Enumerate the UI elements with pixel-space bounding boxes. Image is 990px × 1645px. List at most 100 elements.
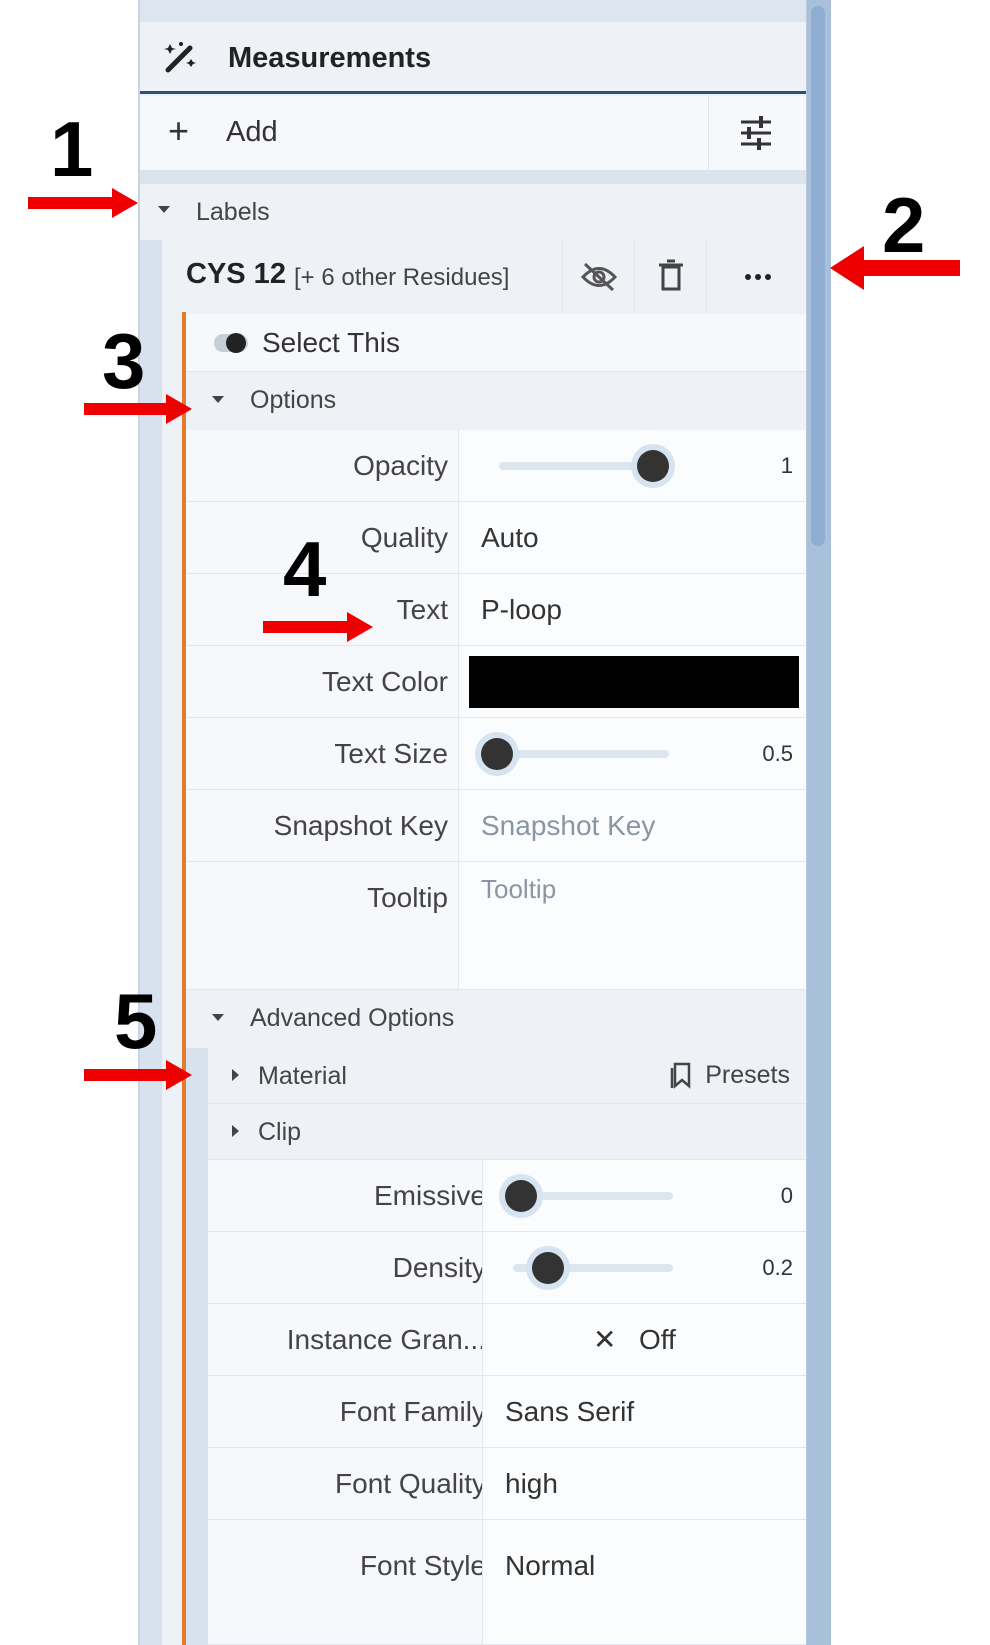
trash-icon: [659, 259, 683, 291]
font-quality-row: Font Quality high: [208, 1448, 808, 1520]
annotation-arrow-right: [84, 1060, 192, 1090]
select-this-label: Select This: [262, 327, 400, 358]
font-family-label: Font Family: [339, 1395, 486, 1427]
caret-down-icon: [212, 396, 224, 403]
delete-button[interactable]: [634, 240, 707, 314]
advanced-options-label: Advanced Options: [250, 1004, 455, 1032]
text-value: P-loop: [481, 593, 562, 625]
snapshot-key-label: Snapshot Key: [273, 809, 448, 841]
tooltip-label: Tooltip: [367, 882, 448, 913]
options-section-header[interactable]: Options: [186, 372, 808, 430]
font-style-value: Normal: [505, 1550, 596, 1581]
separator: [140, 170, 808, 184]
opacity-slider[interactable]: 1: [458, 430, 808, 501]
instance-granularity-row: Instance Gran... ✕ Off: [208, 1304, 808, 1376]
more-button[interactable]: [706, 240, 808, 314]
labels-section-label: Labels: [196, 198, 270, 226]
item-extra: [+ 6 other Residues]: [294, 264, 510, 291]
text-size-value: 0.5: [762, 740, 793, 766]
caret-right-icon: [232, 1069, 239, 1081]
scrollbar-thumb[interactable]: [811, 6, 825, 546]
labels-section-header[interactable]: Labels: [140, 184, 808, 240]
indent-guide: [140, 240, 162, 1645]
slider-track[interactable]: [513, 1192, 673, 1200]
density-row: Density 0.2: [208, 1232, 808, 1304]
panel-header[interactable]: Measurements: [140, 22, 808, 94]
font-family-select[interactable]: Sans Serif: [482, 1376, 808, 1447]
snapshot-key-input[interactable]: Snapshot Key: [458, 790, 808, 861]
text-label: Text: [396, 593, 448, 625]
caret-down-icon: [212, 1014, 224, 1021]
slider-track[interactable]: [489, 750, 669, 758]
clip-section[interactable]: Clip: [208, 1104, 808, 1160]
tooltip-textarea[interactable]: Tooltip: [458, 862, 808, 989]
font-family-value: Sans Serif: [505, 1395, 635, 1427]
font-quality-select[interactable]: high: [482, 1448, 808, 1519]
annotation-arrow-right: [84, 394, 192, 424]
advanced-indent-guide: [186, 1048, 208, 1645]
emissive-label: Emissive: [373, 1179, 486, 1211]
bookmark-icon: [670, 1062, 691, 1089]
material-label: Material: [258, 1062, 347, 1090]
panel-title: Measurements: [228, 42, 432, 74]
select-this-row[interactable]: Select This: [186, 314, 808, 372]
sliders-icon: [741, 116, 771, 150]
toggle-icon[interactable]: [214, 333, 248, 353]
snapshot-key-placeholder: Snapshot Key: [481, 809, 656, 841]
advanced-options-header[interactable]: Advanced Options: [186, 990, 808, 1048]
font-style-select[interactable]: Normal: [482, 1520, 808, 1644]
measurements-panel: Measurements + Add Labels CYS 12 [+ 6 ot…: [138, 0, 810, 1645]
quality-row: Quality Auto: [186, 502, 808, 574]
opacity-value: 1: [780, 452, 793, 478]
color-swatch[interactable]: [469, 656, 799, 708]
tooltip-placeholder: Tooltip: [481, 874, 557, 904]
opacity-row: Opacity 1: [186, 430, 808, 502]
measure-wand-icon: [164, 42, 196, 73]
caret-right-icon: [232, 1125, 239, 1137]
material-section[interactable]: Material Presets: [208, 1048, 808, 1104]
caret-down-icon: [158, 206, 170, 213]
slider-knob[interactable]: [532, 1252, 565, 1284]
tooltip-row: Tooltip Tooltip: [186, 862, 808, 990]
slider-knob[interactable]: [481, 738, 513, 770]
font-family-row: Font Family Sans Serif: [208, 1376, 808, 1448]
annotation-arrow-right: [28, 188, 138, 218]
text-input[interactable]: P-loop: [458, 574, 808, 645]
plus-icon[interactable]: +: [168, 110, 189, 152]
font-style-row: Font Style Normal: [208, 1520, 808, 1645]
slider-knob[interactable]: [505, 1180, 537, 1212]
density-slider[interactable]: 0.2: [482, 1232, 808, 1303]
annotation-number: 4: [283, 525, 327, 613]
settings-button[interactable]: [708, 96, 808, 170]
annotation-number: 3: [102, 317, 146, 405]
presets-label: Presets: [705, 1060, 790, 1089]
text-color-picker[interactable]: [458, 646, 808, 717]
top-strip: [140, 0, 808, 22]
quality-value: Auto: [481, 521, 539, 553]
annotation-arrow-right: [263, 612, 373, 642]
quality-select[interactable]: Auto: [458, 502, 808, 573]
clip-label: Clip: [258, 1118, 302, 1146]
options-label: Options: [250, 386, 337, 414]
instance-granularity-label: Instance Gran...: [286, 1323, 486, 1355]
font-quality-label: Font Quality: [335, 1467, 486, 1499]
annotation-number: 5: [114, 977, 158, 1065]
emissive-slider[interactable]: 0: [482, 1160, 808, 1231]
label-item-header[interactable]: CYS 12 [+ 6 other Residues]: [164, 240, 808, 314]
opacity-label: Opacity: [353, 449, 448, 481]
font-quality-value: high: [505, 1467, 558, 1499]
emissive-value: 0: [780, 1182, 793, 1208]
text-color-label: Text Color: [321, 665, 448, 697]
add-button[interactable]: Add: [226, 116, 278, 149]
instance-granularity-toggle[interactable]: ✕ Off: [482, 1304, 808, 1375]
quality-label: Quality: [360, 521, 448, 553]
add-row: + Add: [140, 96, 808, 170]
instance-granularity-value: Off: [639, 1323, 676, 1355]
close-icon: ✕: [593, 1324, 617, 1355]
eye-off-icon: [580, 262, 618, 292]
text-size-slider[interactable]: 0.5: [458, 718, 808, 789]
presets-button[interactable]: Presets: [669, 1060, 790, 1090]
slider-knob[interactable]: [637, 450, 669, 482]
panel-scrollbar[interactable]: [806, 0, 831, 1645]
visibility-button[interactable]: [562, 240, 635, 314]
